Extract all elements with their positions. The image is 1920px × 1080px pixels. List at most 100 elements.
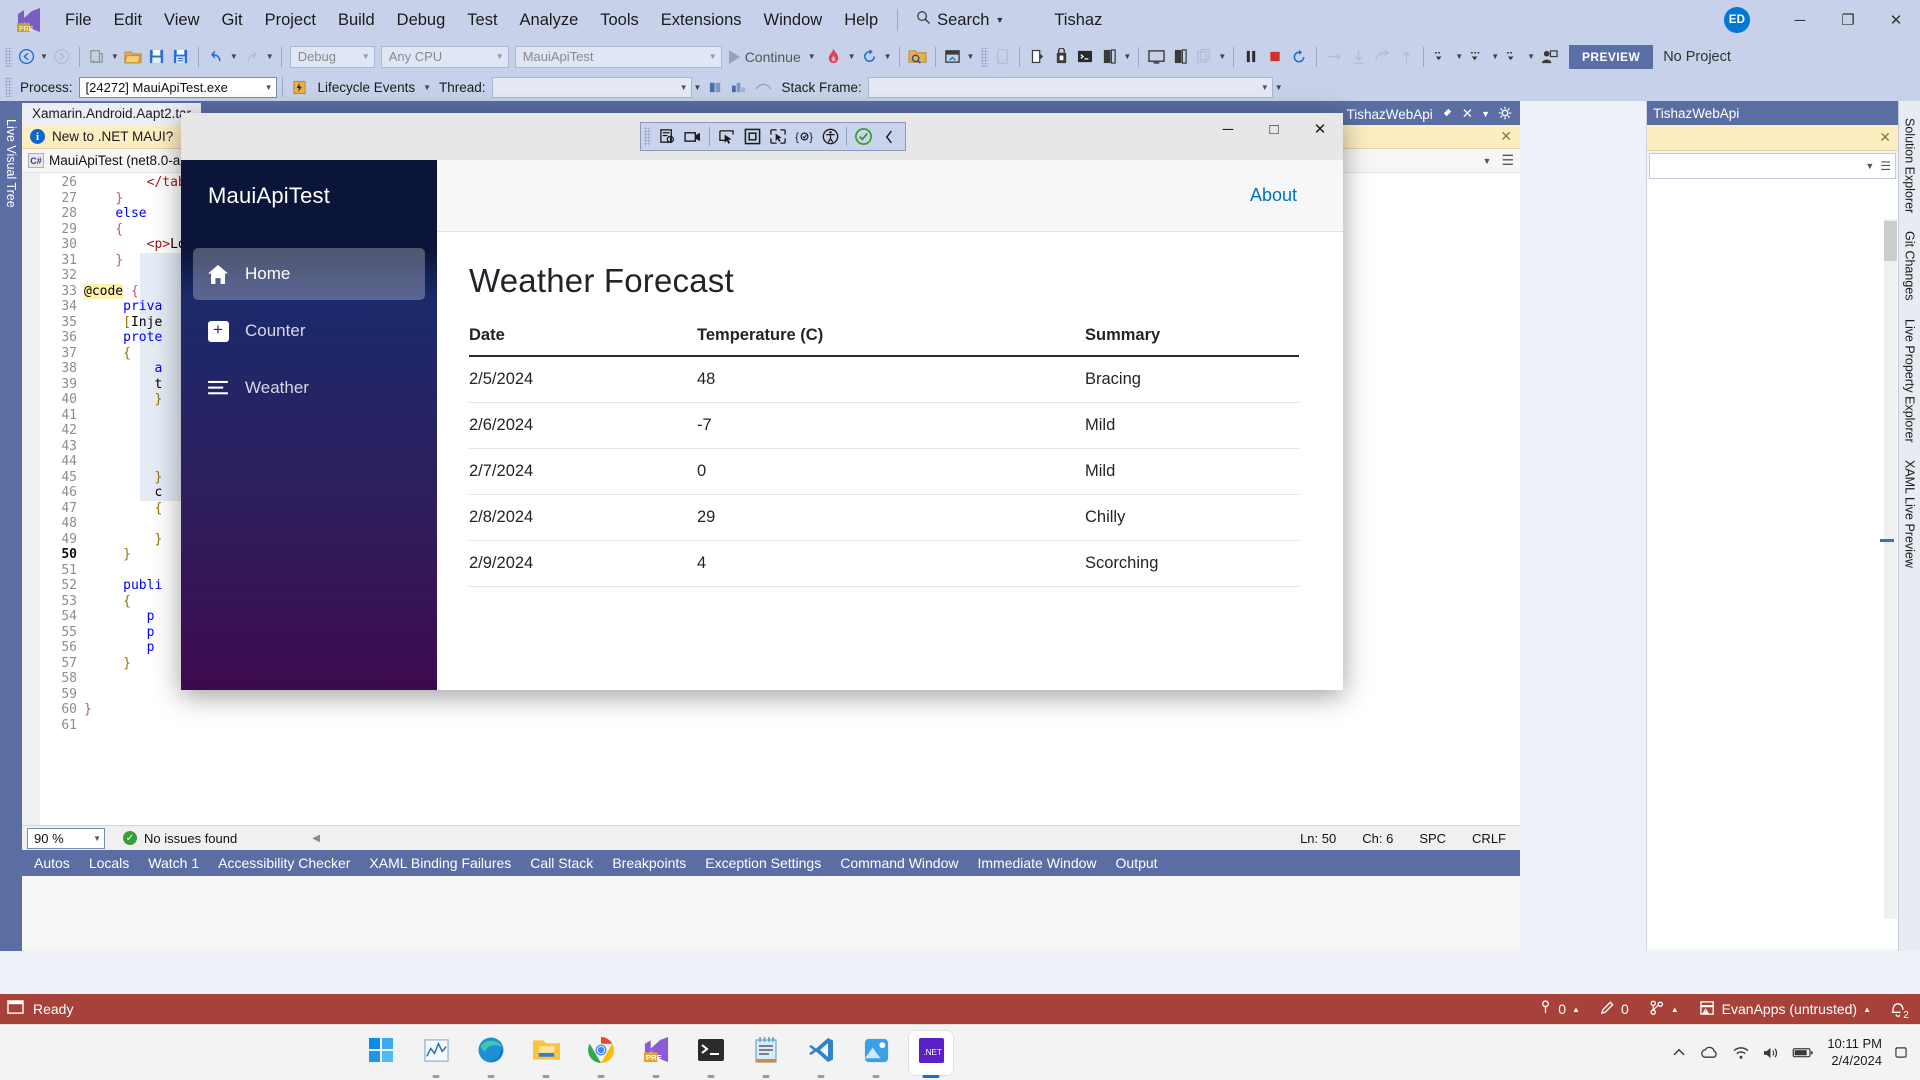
line-ending-mode[interactable]: CRLF bbox=[1472, 831, 1506, 846]
error-count-group[interactable]: 0 ▲ bbox=[1534, 1000, 1585, 1018]
menu-view[interactable]: View bbox=[153, 7, 210, 34]
feedback-person-icon[interactable] bbox=[1537, 44, 1561, 70]
device-icon[interactable] bbox=[990, 44, 1014, 70]
step-up-icon[interactable] bbox=[1394, 44, 1418, 70]
split-editor-icon[interactable]: ☰ bbox=[1501, 152, 1514, 169]
battery-icon[interactable] bbox=[1792, 1046, 1814, 1059]
step-into-specific-icon[interactable] bbox=[1025, 44, 1049, 70]
hot-reload-icon[interactable] bbox=[822, 44, 846, 70]
start-button[interactable] bbox=[359, 1031, 403, 1075]
call-hierarchy-icon[interactable] bbox=[751, 74, 775, 100]
process-step-icon[interactable] bbox=[1465, 44, 1489, 70]
expand-icon[interactable]: ☰ bbox=[1880, 159, 1891, 173]
toolbar-grip-icon[interactable] bbox=[5, 46, 12, 67]
rail-tab-live-property-explorer[interactable]: Live Property Explorer bbox=[1900, 310, 1920, 452]
thread-extra-dropdown-icon[interactable]: ▼ bbox=[692, 83, 704, 92]
show-hidden-icons-button[interactable] bbox=[1672, 1047, 1686, 1059]
process-step-dropdown-icon[interactable]: ▼ bbox=[1489, 52, 1501, 61]
device-dropdown-icon[interactable]: ▼ bbox=[1121, 52, 1133, 61]
close-button[interactable]: ✕ bbox=[1872, 0, 1920, 40]
stack-frame-extra-dropdown-icon[interactable]: ▼ bbox=[1273, 83, 1285, 92]
rail-tab-xaml-live-preview[interactable]: XAML Live Preview bbox=[1900, 451, 1920, 577]
chevron-up-icon[interactable]: ▲ bbox=[1863, 1005, 1871, 1014]
thread-combo[interactable]: ▼ bbox=[491, 76, 692, 98]
accessibility-icon[interactable] bbox=[817, 124, 843, 149]
chevron-down-icon[interactable]: ▼ bbox=[806, 52, 818, 61]
source-control-group[interactable]: ▲ bbox=[1644, 1000, 1684, 1019]
dock-tab-breakpoints[interactable]: Breakpoints bbox=[612, 855, 686, 871]
dock-tab-output[interactable]: Output bbox=[1116, 855, 1158, 871]
restart-dropdown-icon[interactable]: ▼ bbox=[882, 52, 894, 61]
thread-step-dropdown-icon[interactable]: ▼ bbox=[1453, 52, 1465, 61]
code-line[interactable] bbox=[84, 718, 1520, 734]
desktop-monitor-icon[interactable] bbox=[1144, 44, 1168, 70]
step-into-icon[interactable] bbox=[1346, 44, 1370, 70]
redo-dropdown-icon[interactable]: ▼ bbox=[264, 52, 276, 61]
redo-icon[interactable] bbox=[240, 44, 264, 70]
dock-tab-exception-settings[interactable]: Exception Settings bbox=[705, 855, 821, 871]
menu-extensions[interactable]: Extensions bbox=[650, 7, 753, 34]
app-close-button[interactable]: ✕ bbox=[1297, 113, 1343, 145]
menu-build[interactable]: Build bbox=[327, 7, 386, 34]
threads-dropdown-icon[interactable]: ▼ bbox=[1525, 52, 1537, 61]
copy-stack-icon[interactable] bbox=[703, 74, 727, 100]
solution-tab-label[interactable]: TishazWebApi bbox=[1346, 107, 1432, 122]
close-icon[interactable]: ✕ bbox=[1500, 128, 1512, 145]
maximize-button[interactable]: ❐ bbox=[1824, 0, 1872, 40]
menu-file[interactable]: File bbox=[54, 7, 103, 34]
volume-icon[interactable] bbox=[1762, 1046, 1779, 1060]
undo-icon[interactable] bbox=[204, 44, 228, 70]
app-maximize-button[interactable]: □ bbox=[1251, 113, 1297, 145]
network-icon[interactable] bbox=[1733, 1046, 1749, 1060]
close-icon[interactable]: ✕ bbox=[1879, 129, 1891, 146]
taskbar-app-chrome[interactable] bbox=[579, 1031, 623, 1078]
display-in-frame-icon[interactable] bbox=[739, 124, 765, 149]
undo-dropdown-icon[interactable]: ▼ bbox=[228, 52, 240, 61]
dock-tab-autos[interactable]: Autos bbox=[34, 855, 70, 871]
open-file-icon[interactable] bbox=[121, 44, 145, 70]
menu-project[interactable]: Project bbox=[254, 7, 327, 34]
dock-tab-call-stack[interactable]: Call Stack bbox=[530, 855, 593, 871]
hot-reload-dropdown-icon[interactable]: ▼ bbox=[846, 52, 858, 61]
dock-tab-immediate-window[interactable]: Immediate Window bbox=[977, 855, 1096, 871]
pending-changes-group[interactable]: 0 bbox=[1595, 1000, 1634, 1018]
save-all-icon[interactable] bbox=[169, 44, 193, 70]
multi-device-icon[interactable] bbox=[1192, 44, 1216, 70]
notifications-button[interactable]: 2 bbox=[1886, 998, 1912, 1021]
new-project-icon[interactable] bbox=[85, 44, 109, 70]
dock-tab-xaml-binding-failures[interactable]: XAML Binding Failures bbox=[369, 855, 511, 871]
toolbar-grip-icon[interactable] bbox=[981, 46, 989, 67]
menu-test[interactable]: Test bbox=[456, 7, 508, 34]
zoom-level-combo[interactable]: 90 % ▼ bbox=[27, 827, 105, 849]
continue-button[interactable]: Continue ▼ bbox=[725, 49, 822, 65]
status-ok-icon[interactable] bbox=[850, 124, 876, 149]
taskbar-app-visual-studio[interactable]: PRE bbox=[634, 1031, 678, 1078]
menu-analyze[interactable]: Analyze bbox=[509, 7, 590, 34]
solution-explorer-tree[interactable] bbox=[1647, 179, 1898, 949]
taskbar-clock[interactable]: 10:11 PM 2/4/2024 bbox=[1827, 1036, 1882, 1069]
sidebar-item-home[interactable]: Home bbox=[193, 248, 425, 300]
chevron-down-icon[interactable]: ▼ bbox=[1481, 109, 1490, 119]
chevron-up-icon[interactable]: ▲ bbox=[1671, 1005, 1679, 1014]
pin-icon[interactable] bbox=[1441, 106, 1454, 122]
rail-tab-git-changes[interactable]: Git Changes bbox=[1900, 222, 1920, 309]
taskbar-app-notepad[interactable] bbox=[744, 1031, 788, 1078]
navigate-forward-icon[interactable] bbox=[50, 44, 74, 70]
dock-tab-watch-1[interactable]: Watch 1 bbox=[148, 855, 199, 871]
scrollbar-thumb[interactable] bbox=[1884, 221, 1897, 261]
toolbar-grip-icon[interactable] bbox=[644, 127, 651, 146]
navigate-back-icon[interactable] bbox=[14, 44, 38, 70]
lifecycle-dropdown-icon[interactable]: ▼ bbox=[421, 83, 433, 92]
tablet-device-icon[interactable] bbox=[1168, 44, 1192, 70]
chevron-down-icon[interactable]: ▼ bbox=[995, 15, 1004, 25]
about-link[interactable]: About bbox=[1250, 185, 1297, 206]
sidebar-item-counter[interactable]: + Counter bbox=[193, 305, 425, 357]
close-tab-icon[interactable]: ✕ bbox=[1462, 106, 1473, 122]
back-history-dropdown-icon[interactable]: ▼ bbox=[38, 52, 50, 61]
taskbar-app-task-manager[interactable] bbox=[414, 1031, 458, 1078]
collapse-toolbar-icon[interactable] bbox=[876, 124, 902, 149]
window-layout-dropdown-icon[interactable]: ▼ bbox=[965, 52, 977, 61]
step-out-icon[interactable] bbox=[1370, 44, 1394, 70]
solution-platform-combo[interactable]: Any CPU ▼ bbox=[380, 45, 509, 68]
mobile-device-icon[interactable] bbox=[1097, 44, 1121, 70]
